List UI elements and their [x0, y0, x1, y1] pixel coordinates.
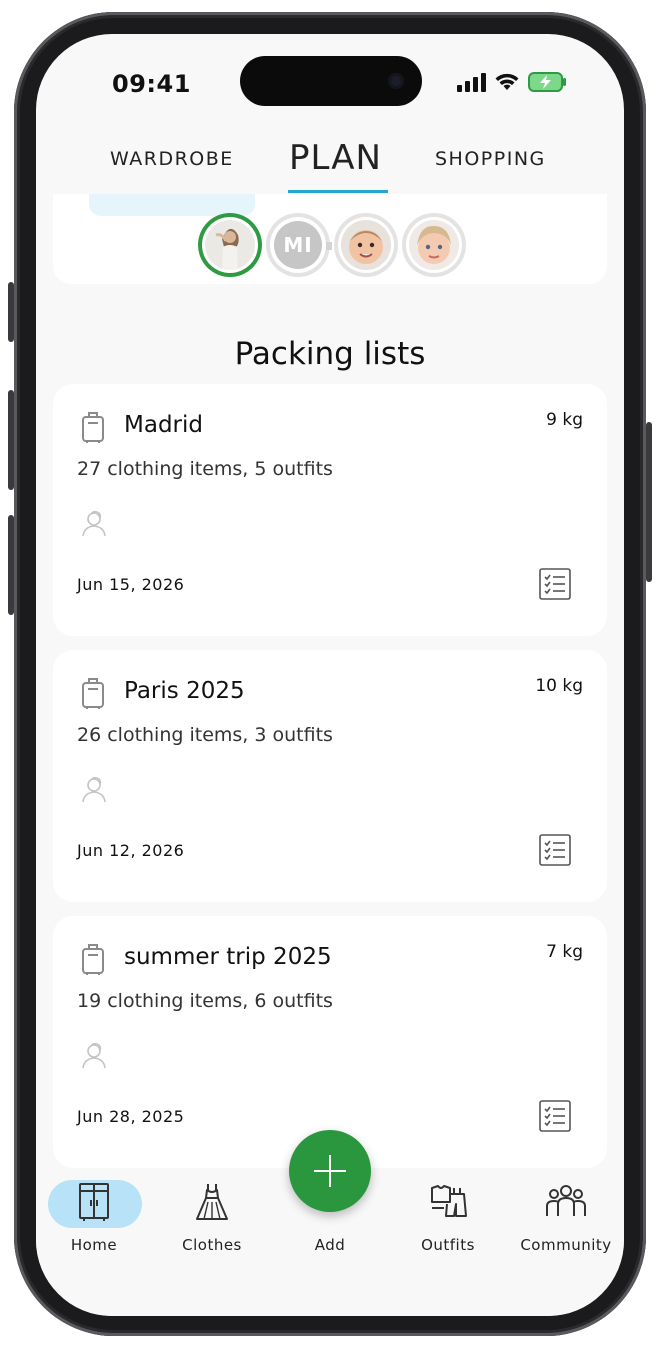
- side-button-action: [8, 282, 14, 342]
- status-time: 09:41: [112, 70, 191, 98]
- cellular-signal-icon: [457, 73, 486, 92]
- woman-photo-icon: [205, 220, 255, 270]
- section-title: Packing lists: [234, 336, 426, 372]
- packing-list-name: summer trip 2025: [124, 944, 332, 970]
- side-button-volume-up: [8, 390, 14, 490]
- nav-outfits[interactable]: Outfits: [390, 1170, 506, 1260]
- nav-community[interactable]: Community: [508, 1170, 624, 1260]
- packing-list-weight: 7 kg: [546, 942, 583, 962]
- plus-icon-vertical: [329, 1155, 331, 1187]
- tab-shopping[interactable]: SHOPPING: [435, 148, 546, 170]
- battery-charging-icon: [528, 72, 566, 92]
- profile-initials: MI: [274, 221, 322, 269]
- checklist-icon[interactable]: [539, 1100, 571, 1132]
- packing-list-date: Jun 12, 2026: [77, 841, 185, 860]
- packing-list-summary: 19 clothing items, 6 outfits: [77, 990, 333, 1012]
- suitcase-icon: [82, 678, 104, 709]
- profile-pill: [89, 194, 255, 216]
- app-screen: 09:41 WARDROBE PLAN SHOPPING MI Packing …: [36, 34, 624, 1316]
- wardrobe-icon: [36, 1182, 152, 1222]
- side-button-volume-down: [8, 515, 14, 615]
- baby-photo-icon: [341, 220, 391, 270]
- dress-icon: [154, 1182, 270, 1222]
- packing-list-summary: 26 clothing items, 3 outfits: [77, 724, 333, 746]
- packing-list-card[interactable]: Madrid 9 kg 27 clothing items, 5 outfits…: [53, 384, 607, 636]
- profile-selector-card: MI: [53, 194, 607, 284]
- packing-list-date: Jun 15, 2026: [77, 575, 185, 594]
- person-outline-icon: [82, 776, 106, 803]
- status-icons: [456, 71, 568, 93]
- community-icon: [508, 1182, 624, 1222]
- profile-avatar-initials[interactable]: MI: [270, 217, 326, 273]
- tab-plan[interactable]: PLAN: [289, 138, 382, 178]
- packing-list-name: Paris 2025: [124, 678, 245, 704]
- packing-list-date: Jun 28, 2025: [77, 1107, 185, 1126]
- person-outline-icon: [82, 510, 106, 537]
- side-button-power: [646, 422, 652, 582]
- outfit-icon: [390, 1182, 506, 1222]
- profile-avatar-toddler[interactable]: [406, 217, 462, 273]
- checklist-icon[interactable]: [539, 834, 571, 866]
- checklist-icon[interactable]: [539, 568, 571, 600]
- top-tab-bar: WARDROBE PLAN SHOPPING: [36, 134, 624, 196]
- suitcase-icon: [82, 944, 104, 975]
- nav-home-label: Home: [70, 1236, 118, 1254]
- nav-community-label: Community: [520, 1236, 612, 1254]
- nav-clothes[interactable]: Clothes: [154, 1170, 270, 1260]
- packing-list-name: Madrid: [124, 412, 203, 438]
- profile-avatar-baby[interactable]: [338, 217, 394, 273]
- profile-avatar-woman[interactable]: [202, 217, 258, 273]
- wifi-icon: [495, 73, 519, 90]
- packing-list-card[interactable]: Paris 2025 10 kg 26 clothing items, 3 ou…: [53, 650, 607, 902]
- packing-list-weight: 9 kg: [546, 410, 583, 430]
- suitcase-icon: [82, 412, 104, 443]
- avatar-connector: [326, 242, 332, 250]
- nav-add-label: Add: [314, 1236, 346, 1254]
- nav-clothes-label: Clothes: [182, 1236, 242, 1254]
- dynamic-island: [240, 56, 422, 106]
- toddler-photo-icon: [409, 220, 459, 270]
- camera-icon: [388, 73, 404, 89]
- nav-outfits-label: Outfits: [421, 1236, 475, 1254]
- active-tab-indicator: [288, 190, 388, 193]
- packing-list-summary: 27 clothing items, 5 outfits: [77, 458, 333, 480]
- tab-wardrobe[interactable]: WARDROBE: [110, 148, 234, 170]
- add-button[interactable]: [289, 1130, 371, 1212]
- packing-list-weight: 10 kg: [535, 676, 583, 696]
- person-outline-icon: [82, 1042, 106, 1069]
- nav-home[interactable]: Home: [36, 1170, 152, 1260]
